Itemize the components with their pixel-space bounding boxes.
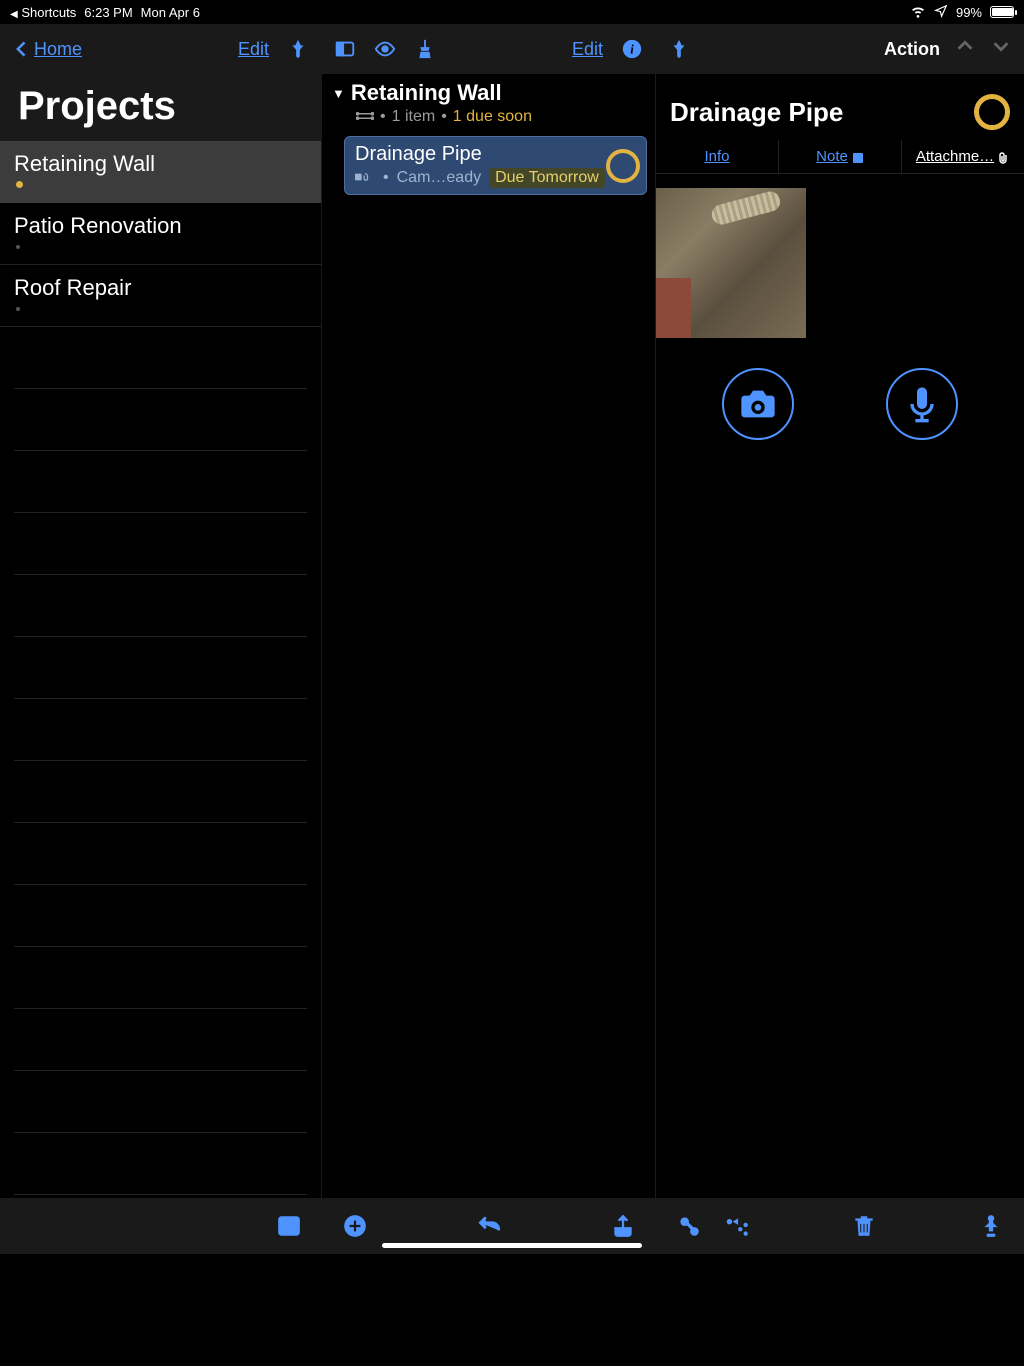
camera-button[interactable] [722, 368, 794, 440]
empty-row [14, 451, 307, 513]
tasks-edit-button[interactable]: Edit [572, 39, 603, 60]
project-row[interactable]: Roof Repair [0, 265, 321, 327]
projects-list: Retaining Wall Patio Renovation Roof Rep… [0, 141, 321, 1198]
detail-nav: Action [656, 24, 1024, 74]
share-button[interactable] [610, 1213, 636, 1239]
empty-row [14, 885, 307, 947]
task-card[interactable]: Drainage Pipe • Cam…eady Due Tomorrow [344, 136, 647, 195]
tasks-nav: Edit i [322, 24, 655, 74]
microphone-button[interactable] [886, 368, 958, 440]
empty-row [14, 575, 307, 637]
project-status-dot [16, 181, 23, 188]
trash-button[interactable] [851, 1213, 877, 1239]
empty-row [14, 513, 307, 575]
attachment-thumbnail[interactable] [656, 188, 806, 338]
eye-icon[interactable] [374, 38, 396, 60]
due-soon-badge: 1 due soon [453, 108, 532, 126]
empty-row [14, 761, 307, 823]
svg-text:i: i [630, 43, 634, 57]
empty-row [14, 1071, 307, 1133]
action-label: Action [884, 39, 940, 60]
battery-pct: 99% [956, 5, 982, 20]
status-time: 6:23 PM [84, 5, 132, 20]
undo-button[interactable] [476, 1213, 502, 1239]
project-row[interactable]: Retaining Wall [0, 141, 321, 203]
empty-row [14, 947, 307, 1009]
attachments-area [656, 174, 1024, 470]
parallel-icon [356, 108, 374, 126]
note-attachment-icon [355, 169, 375, 187]
tab-note[interactable]: Note [779, 140, 902, 173]
projects-title: Projects [0, 74, 321, 141]
add-button[interactable] [342, 1213, 368, 1239]
task-title: Drainage Pipe [355, 143, 638, 166]
detail-pane: Action Drainage Pipe Info Note [656, 24, 1024, 1198]
status-date: Mon Apr 6 [141, 5, 200, 20]
project-name: Retaining Wall [14, 151, 307, 177]
detail-tabs: Info Note Attachme… [656, 140, 1024, 174]
project-name: Roof Repair [14, 275, 307, 301]
location-icon [934, 4, 948, 21]
info-icon[interactable]: i [621, 38, 643, 60]
prev-action-button[interactable] [954, 35, 976, 63]
tasks-pane: Edit i ▼ Retaining Wall • 1 item • 1 due… [322, 24, 656, 1198]
item-count: 1 item [392, 108, 436, 126]
project-name: Patio Renovation [14, 213, 307, 239]
group-header[interactable]: ▼ Retaining Wall • 1 item • 1 due soon [322, 74, 655, 130]
empty-row [14, 699, 307, 761]
empty-row [14, 389, 307, 451]
task-status-circle[interactable] [606, 149, 640, 183]
pin-icon[interactable] [668, 38, 690, 60]
detail-title: Drainage Pipe [670, 97, 843, 128]
cleanup-icon[interactable] [414, 38, 436, 60]
battery-icon [990, 6, 1014, 18]
disclosure-triangle-icon[interactable]: ▼ [332, 86, 345, 101]
detail-status-circle[interactable] [974, 94, 1010, 130]
status-bar: ◀ Shortcuts 6:23 PM Mon Apr 6 99% [0, 0, 1024, 24]
note-indicator-icon [852, 151, 864, 163]
empty-row [14, 1133, 307, 1195]
tab-info[interactable]: Info [656, 140, 779, 173]
group-title: Retaining Wall [351, 80, 502, 106]
tab-attachments[interactable]: Attachme… [902, 140, 1024, 173]
task-due-badge: Due Tomorrow [489, 168, 605, 188]
projects-edit-button[interactable]: Edit [238, 39, 269, 60]
empty-row [14, 637, 307, 699]
projects-nav: Home Edit [0, 24, 321, 74]
project-status-dot [16, 245, 20, 249]
empty-row [14, 327, 307, 389]
sidebar-toggle-icon[interactable] [334, 38, 356, 60]
wifi-icon [910, 3, 926, 22]
projects-pane: Home Edit Projects Retaining Wall Patio … [0, 24, 322, 1198]
next-action-button[interactable] [990, 35, 1012, 63]
convert-icon[interactable] [724, 1213, 750, 1239]
project-status-dot [16, 307, 20, 311]
link-icon[interactable] [676, 1213, 702, 1239]
back-home-button[interactable]: Home [12, 39, 82, 60]
project-row[interactable]: Patio Renovation [0, 203, 321, 265]
terminal-icon[interactable] [276, 1213, 302, 1239]
task-meta: Cam…eady [397, 169, 481, 187]
attachment-indicator-icon [998, 151, 1010, 163]
back-to-app[interactable]: ◀ Shortcuts [10, 5, 76, 20]
empty-row [14, 1009, 307, 1071]
empty-row [14, 823, 307, 885]
upload-icon[interactable] [978, 1213, 1004, 1239]
pin-icon[interactable] [287, 38, 309, 60]
